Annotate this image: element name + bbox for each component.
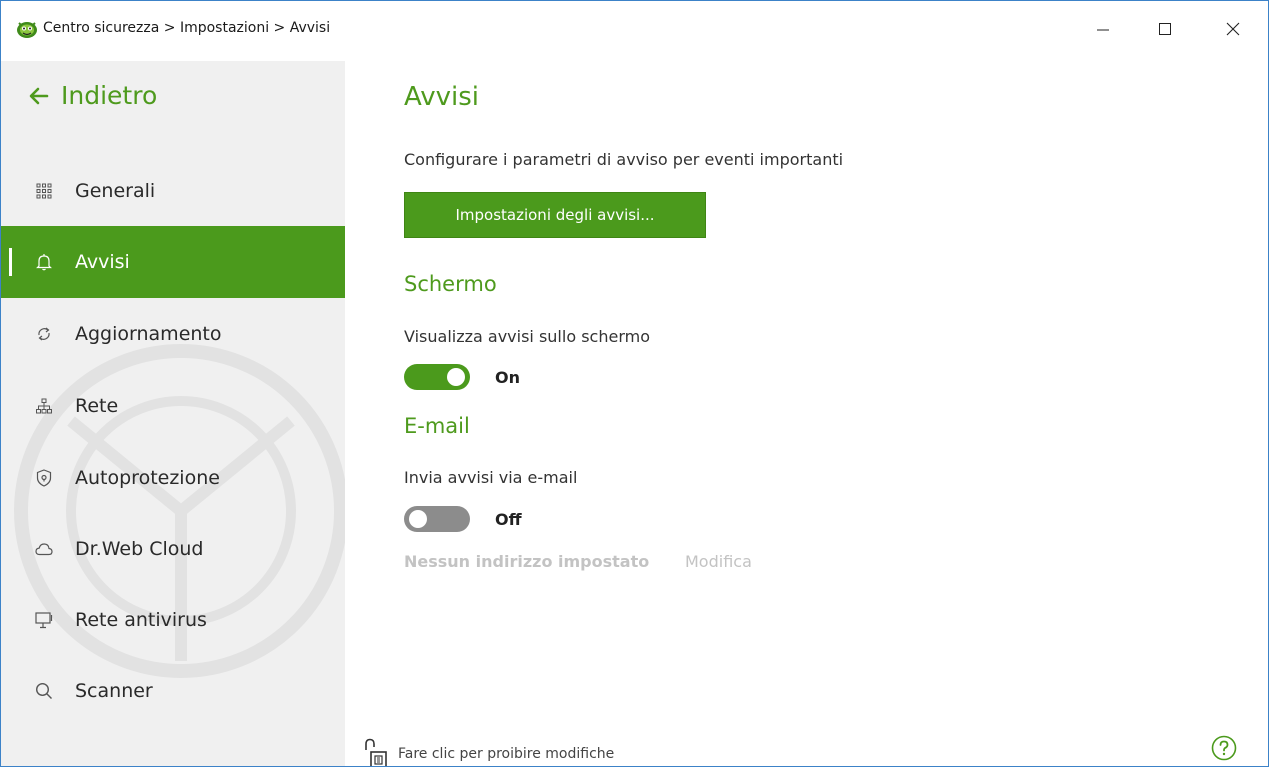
sidebar-item-label: Rete antivirus [75,609,207,631]
network-icon [35,397,53,415]
close-button[interactable] [1210,9,1256,49]
sidebar-item-generali[interactable]: Generali [1,155,345,227]
settings-window: Centro sicurezza > Impostazioni > Avvisi… [0,0,1269,767]
cloud-icon [35,540,53,558]
sidebar-item-avvisi[interactable]: Avvisi [1,226,345,298]
unlock-icon [365,738,387,766]
sidebar-item-label: Avvisi [75,251,130,273]
refresh-icon [35,325,53,343]
arrow-left-icon [29,87,49,104]
screen-notifications-toggle[interactable] [404,364,470,390]
sidebar-item-label: Dr.Web Cloud [75,538,204,560]
page-title: Avvisi [404,82,480,112]
sidebar-item-label: Aggiornamento [75,323,222,345]
maximize-icon [1159,23,1171,35]
back-button[interactable]: Indietro [29,81,157,110]
section-title-screen: Schermo [404,272,497,296]
toggle-knob [409,510,427,528]
sidebar-item-drweb-cloud[interactable]: Dr.Web Cloud [1,513,345,585]
help-icon[interactable] [1211,735,1237,761]
sidebar-item-rete-antivirus[interactable]: Rete antivirus [1,584,345,656]
email-address-status: Nessun indirizzo impostato [404,552,650,571]
page-description: Configurare i parametri di avviso per ev… [404,150,844,169]
lock-label: Fare clic per proibire modifiche [398,746,615,762]
toggle-knob [447,368,465,386]
minimize-icon [1097,29,1109,31]
search-icon [35,682,53,700]
email-notifications-label: Invia avvisi via e-mail [404,468,578,487]
maximize-button[interactable] [1142,9,1188,49]
bell-icon [35,253,53,271]
sidebar-item-scanner[interactable]: Scanner [1,655,345,727]
section-title-email: E-mail [404,414,470,438]
title-bar: Centro sicurezza > Impostazioni > Avvisi [1,1,1268,61]
drweb-logo-icon [17,22,37,38]
minimize-button[interactable] [1080,9,1126,49]
edit-email-link[interactable]: Modifica [685,552,752,571]
main-panel: Avvisi Configurare i parametri di avviso… [345,61,1268,766]
screen-toggle-state: On [495,368,520,387]
email-toggle-state: Off [495,510,522,529]
sidebar-item-label: Scanner [75,680,153,702]
lock-settings-button[interactable]: Fare clic per proibire modifiche [364,738,615,766]
breadcrumb: Centro sicurezza > Impostazioni > Avvisi [43,20,331,36]
sidebar-item-label: Autoprotezione [75,467,220,489]
screen-notifications-label: Visualizza avvisi sullo schermo [404,327,650,346]
sidebar-item-rete[interactable]: Rete [1,370,345,442]
shield-icon [35,469,53,487]
sidebar-item-label: Generali [75,180,156,202]
notification-settings-button[interactable]: Impostazioni degli avvisi... [404,192,706,238]
sidebar-item-aggiornamento[interactable]: Aggiornamento [1,298,345,370]
grid-icon [35,182,53,200]
email-notifications-toggle[interactable] [404,506,470,532]
sidebar-item-label: Rete [75,395,119,417]
sidebar-item-autoprotezione[interactable]: Autoprotezione [1,442,345,514]
monitor-icon [35,611,53,629]
back-label: Indietro [61,81,158,110]
sidebar: Indietro Generali Avvisi Aggiornamento R… [1,61,345,766]
close-icon [1226,22,1240,36]
